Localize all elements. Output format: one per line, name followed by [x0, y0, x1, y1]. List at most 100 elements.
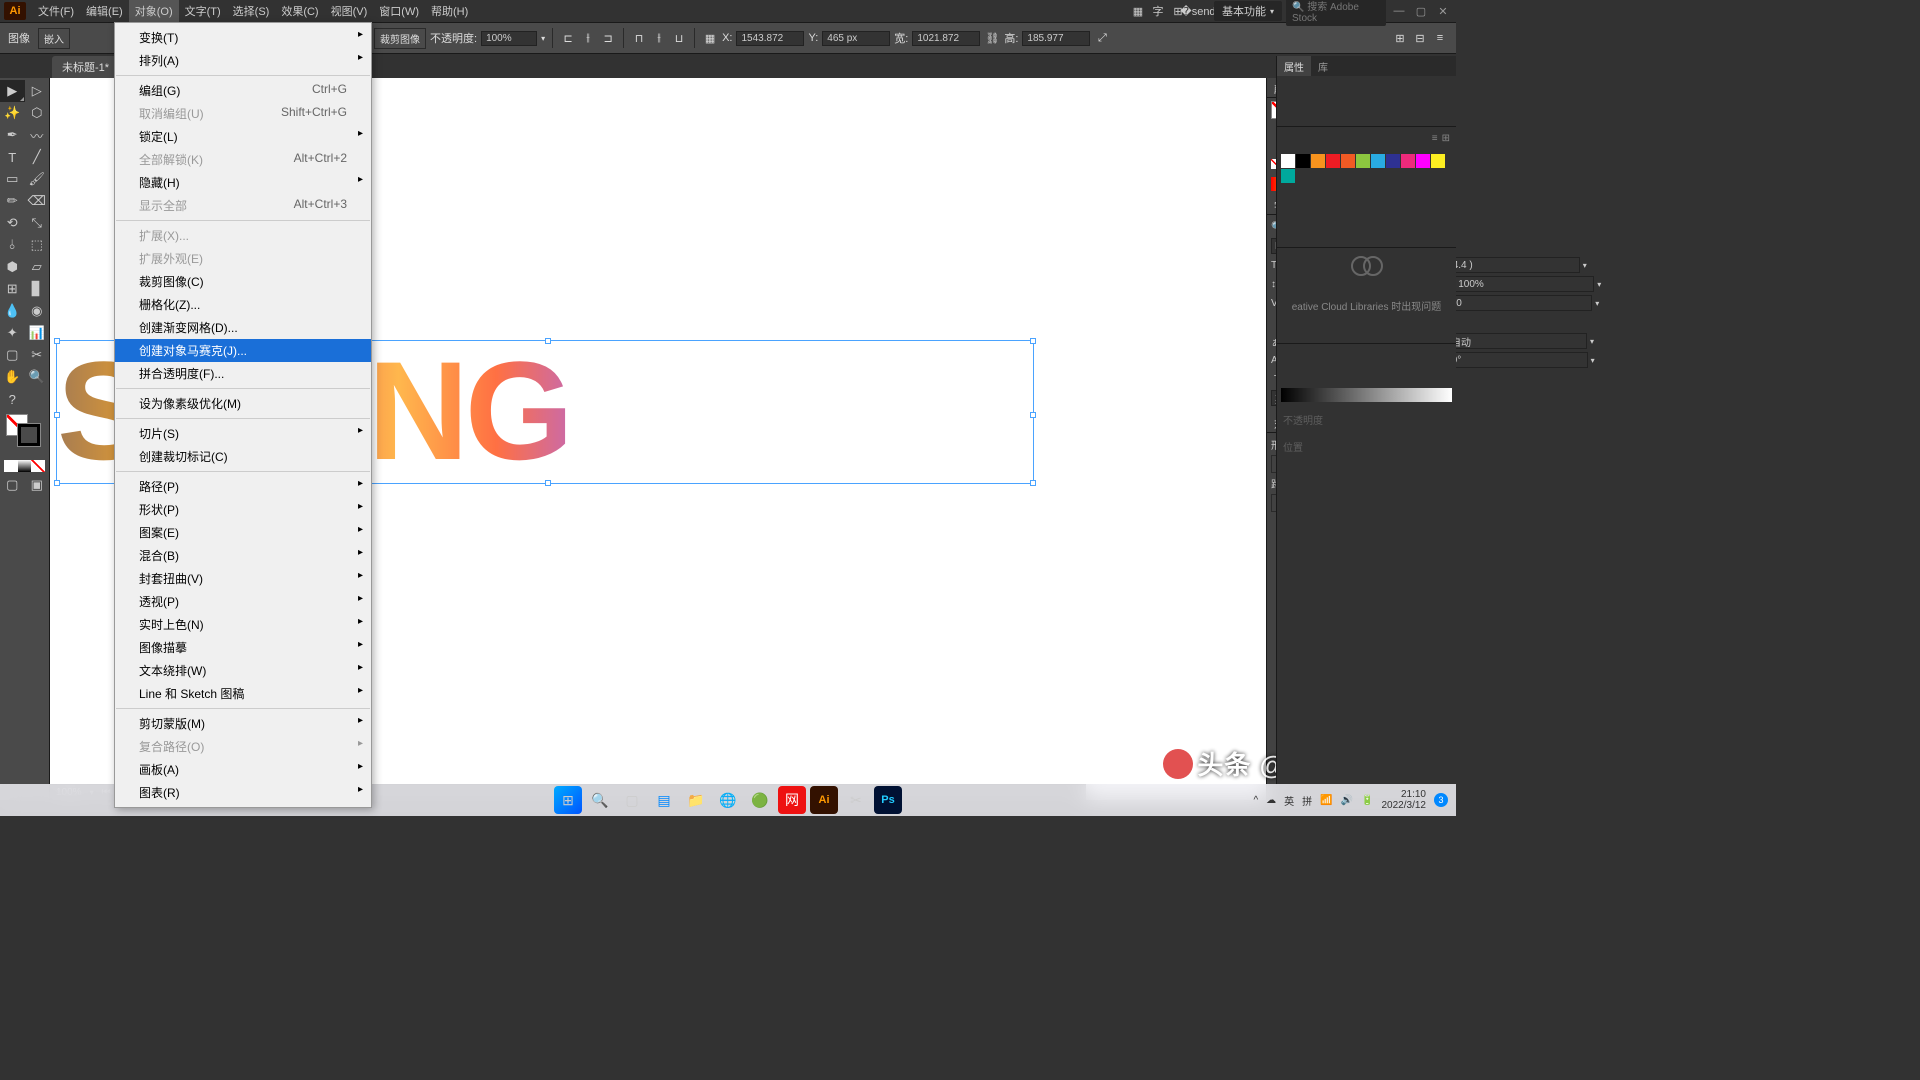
menu-item[interactable]: 剪切蒙版(M) — [115, 712, 371, 735]
menu-帮助[interactable]: 帮助(H) — [425, 0, 474, 22]
maximize-button[interactable]: ▢ — [1412, 4, 1430, 18]
notification-badge[interactable]: 3 — [1434, 793, 1448, 807]
type-tool[interactable]: T — [0, 146, 25, 168]
menu-item[interactable]: 封套扭曲(V) — [115, 567, 371, 590]
char-rotation-input[interactable] — [1448, 352, 1588, 368]
pen-tool[interactable]: ✒ — [0, 124, 25, 146]
rectangle-tool[interactable]: ▭ — [0, 168, 25, 190]
align-bottom-icon[interactable]: ⊔ — [671, 30, 687, 46]
align-top-icon[interactable]: ⊓ — [631, 30, 647, 46]
y-input[interactable] — [822, 31, 890, 46]
width-tool[interactable]: ⫰ — [0, 234, 25, 256]
font-icon[interactable]: 字 — [1150, 3, 1166, 19]
task-view-icon[interactable]: ▢ — [618, 786, 646, 814]
doc-icon[interactable]: ▦ — [1130, 3, 1146, 19]
layout-icon-1[interactable]: ⊞ — [1392, 30, 1408, 46]
h-input[interactable] — [1022, 31, 1090, 46]
illustrator-icon[interactable]: Ai — [810, 786, 838, 814]
menu-item[interactable]: 切片(S) — [115, 422, 371, 445]
direct-selection-tool[interactable]: ▷ — [25, 80, 50, 102]
perspective-tool[interactable]: ▱ — [25, 256, 50, 278]
start-button[interactable]: ⊞ — [554, 786, 582, 814]
menu-item[interactable]: 路径(P) — [115, 475, 371, 498]
fill-stroke-swatch[interactable] — [4, 414, 45, 454]
eraser-tool[interactable]: ⌫ — [25, 190, 50, 212]
menu-窗口[interactable]: 窗口(W) — [373, 0, 425, 22]
gradient-tool[interactable]: ▊ — [25, 278, 50, 300]
stroke-swatch[interactable] — [18, 424, 40, 446]
menu-item[interactable]: 画板(A) — [115, 758, 371, 781]
line-tool[interactable]: ╱ — [25, 146, 50, 168]
widgets-icon[interactable]: ▤ — [650, 786, 678, 814]
menu-视图[interactable]: 视图(V) — [325, 0, 374, 22]
share-icon[interactable]: �send — [1190, 3, 1206, 19]
shaper-tool[interactable]: ✏ — [0, 190, 25, 212]
menu-文字[interactable]: 文字(T) — [179, 0, 227, 22]
browser-icon[interactable]: 🌐 — [714, 786, 742, 814]
app-icon-2[interactable]: 网 — [778, 786, 806, 814]
help-tool[interactable]: ? — [0, 388, 25, 410]
hand-tool[interactable]: ✋ — [0, 366, 25, 388]
swatch[interactable] — [1311, 154, 1325, 168]
eyedropper-tool[interactable]: 💧 — [0, 300, 25, 322]
lasso-tool[interactable]: ⬡ — [25, 102, 50, 124]
photoshop-icon[interactable]: Ps — [874, 786, 902, 814]
gradient-preview[interactable] — [1281, 388, 1452, 402]
selection-tool[interactable]: ▶ — [0, 80, 25, 102]
rotate-tool[interactable]: ⟲ — [0, 212, 25, 234]
align-right-icon[interactable]: ⊐ — [600, 30, 616, 46]
slice-tool[interactable]: ✂ — [25, 344, 50, 366]
screen-mode-normal[interactable]: ▢ — [0, 474, 25, 496]
crop-image-button[interactable]: 裁剪图像 — [374, 28, 426, 49]
mesh-tool[interactable]: ⊞ — [0, 278, 25, 300]
menu-item[interactable]: 透视(P) — [115, 590, 371, 613]
menu-item[interactable]: 实时上色(N) — [115, 613, 371, 636]
swatch[interactable] — [1281, 169, 1295, 183]
leading-input[interactable] — [1440, 257, 1580, 273]
menu-item[interactable]: 拼合透明度(F)... — [115, 362, 371, 385]
swatch[interactable] — [1326, 154, 1340, 168]
color-mode-solid[interactable] — [4, 460, 18, 472]
opacity-input[interactable] — [481, 31, 537, 46]
swatch[interactable] — [1401, 154, 1415, 168]
menu-效果[interactable]: 效果(C) — [275, 0, 324, 22]
swatch[interactable] — [1416, 154, 1430, 168]
scale-tool[interactable]: ⤡ — [25, 212, 50, 234]
align-hcenter-icon[interactable]: ⫲ — [580, 30, 596, 46]
align-left-icon[interactable]: ⊏ — [560, 30, 576, 46]
swatch[interactable] — [1281, 154, 1295, 168]
grid-view-icon[interactable]: ⊞ — [1442, 133, 1450, 144]
wifi-icon[interactable]: 📶 — [1320, 795, 1332, 806]
zoom-tool[interactable]: 🔍 — [25, 366, 50, 388]
link-wh-icon[interactable]: ⛓ — [984, 30, 1000, 46]
menu-编辑[interactable]: 编辑(E) — [80, 0, 129, 22]
graph-tool[interactable]: 📊 — [25, 322, 50, 344]
screen-mode-full[interactable]: ▣ — [25, 474, 50, 496]
embed-button[interactable]: 嵌入 — [38, 28, 70, 49]
x-input[interactable] — [736, 31, 804, 46]
menu-item[interactable]: 创建对象马赛克(J)... — [115, 339, 371, 362]
menu-item[interactable]: 混合(B) — [115, 544, 371, 567]
magic-wand-tool[interactable]: ✨ — [0, 102, 25, 124]
align-vcenter-icon[interactable]: ⫲ — [651, 30, 667, 46]
menu-对象[interactable]: 对象(O) — [129, 0, 179, 22]
symbol-sprayer-tool[interactable]: ✦ — [0, 322, 25, 344]
tab-properties[interactable]: 属性 — [1277, 56, 1311, 76]
color-mode-gradient[interactable] — [18, 460, 32, 472]
blend-tool[interactable]: ◉ — [25, 300, 50, 322]
transform-ref-icon[interactable]: ▦ — [702, 30, 718, 46]
menu-item[interactable]: 变换(T) — [115, 26, 371, 49]
swatch[interactable] — [1431, 154, 1445, 168]
curvature-tool[interactable]: 〰 — [25, 124, 50, 146]
menu-item[interactable]: 创建裁切标记(C) — [115, 445, 371, 468]
snip-icon[interactable]: ✂ — [842, 786, 870, 814]
ime-lang[interactable]: 英 — [1284, 793, 1294, 808]
swatch[interactable] — [1386, 154, 1400, 168]
ime-mode[interactable]: 拼 — [1302, 793, 1312, 808]
tab-libraries[interactable]: 库 — [1311, 56, 1335, 76]
menu-item[interactable]: 排列(A) — [115, 49, 371, 72]
shape-builder-tool[interactable]: ⬢ — [0, 256, 25, 278]
menu-item[interactable]: 形状(P) — [115, 498, 371, 521]
battery-icon[interactable]: 🔋 — [1361, 795, 1373, 806]
menu-item[interactable]: 锁定(L) — [115, 125, 371, 148]
